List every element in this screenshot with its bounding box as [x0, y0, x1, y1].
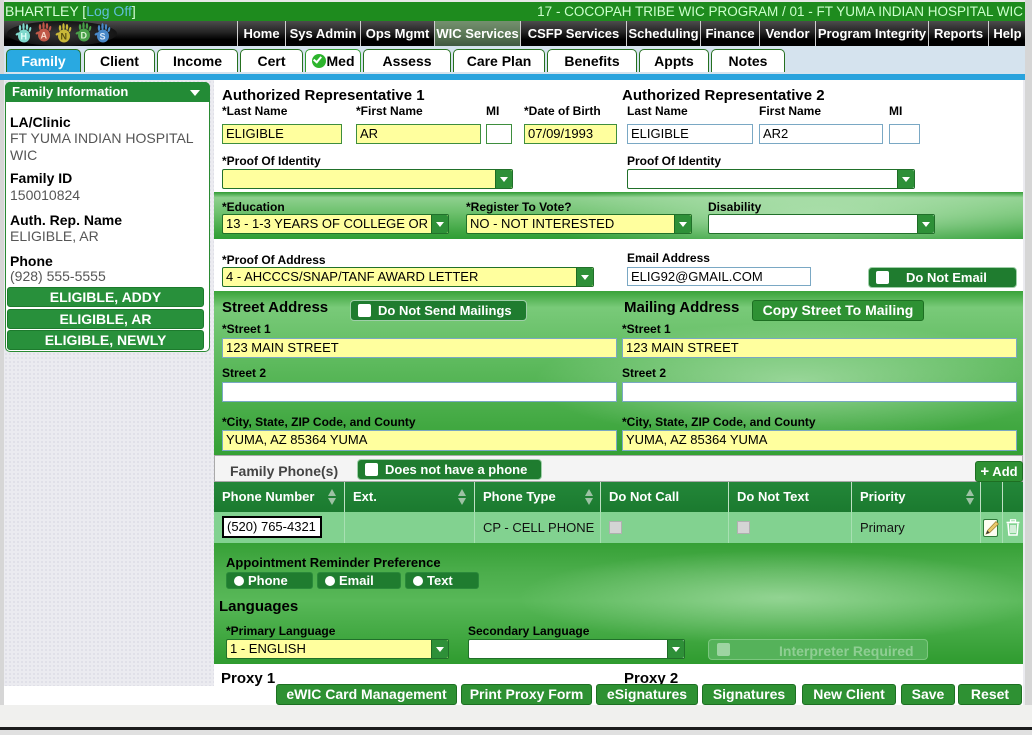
svg-text:N: N	[61, 32, 68, 42]
svg-text:D: D	[81, 31, 88, 41]
svg-text:A: A	[41, 31, 48, 41]
svg-text:S: S	[100, 32, 106, 42]
svg-text:H: H	[21, 32, 28, 42]
